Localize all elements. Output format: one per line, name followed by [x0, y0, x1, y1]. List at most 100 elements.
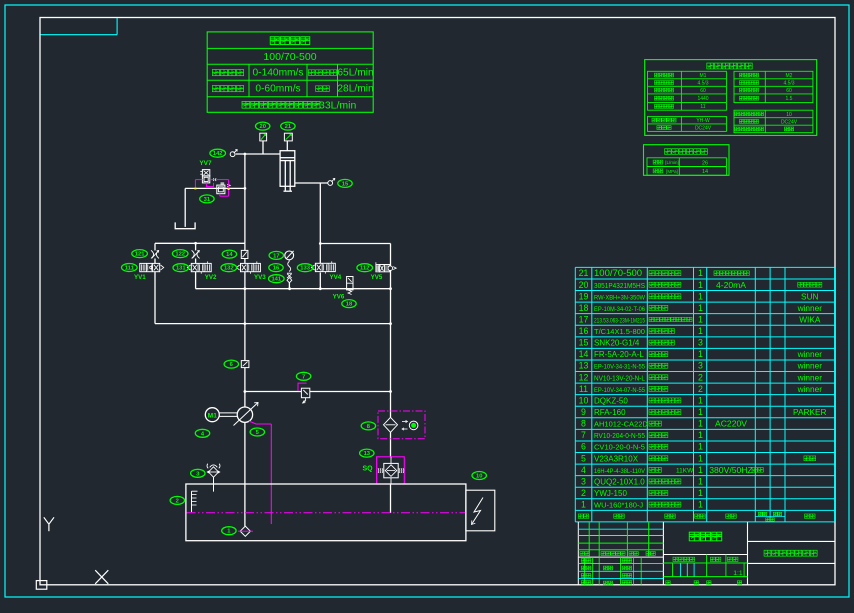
svg-text:2: 2	[698, 372, 703, 382]
svg-text:3051P4321M5HS: 3051P4321M5HS	[594, 283, 645, 290]
svg-text:10: 10	[786, 112, 792, 118]
svg-text:1: 1	[698, 407, 703, 417]
svg-text:DQKZ-50: DQKZ-50	[594, 396, 628, 405]
svg-text:2: 2	[698, 384, 703, 394]
svg-text:122: 122	[175, 252, 185, 258]
svg-text:EP-10M-34-02-T-06: EP-10M-34-02-T-06	[594, 306, 645, 313]
svg-text:4-20mA: 4-20mA	[716, 280, 746, 290]
svg-text:132: 132	[224, 266, 234, 272]
svg-text:EP-10V-34-07-N-55: EP-10V-34-07-N-55	[594, 387, 645, 394]
svg-text:3: 3	[581, 476, 586, 486]
svg-text:16: 16	[273, 266, 280, 272]
svg-text:1: 1	[698, 442, 703, 452]
svg-text:33L/min: 33L/min	[319, 99, 357, 111]
svg-text:11KW: 11KW	[676, 467, 694, 474]
svg-text:YV1: YV1	[134, 274, 146, 281]
svg-text:AC220V: AC220V	[715, 419, 747, 429]
svg-text:YV6: YV6	[333, 293, 345, 300]
svg-text:111: 111	[125, 266, 135, 272]
svg-text:YV7: YV7	[199, 160, 212, 167]
svg-text:16: 16	[579, 326, 589, 336]
svg-text:7: 7	[581, 430, 586, 440]
svg-text:EP-10V-34-31-N-55: EP-10V-34-31-N-55	[594, 364, 645, 371]
svg-text:winner: winner	[797, 361, 823, 371]
svg-text:1:1: 1:1	[733, 570, 743, 577]
svg-text:142: 142	[213, 151, 223, 157]
svg-text:M1: M1	[208, 412, 217, 419]
svg-text:12: 12	[579, 372, 589, 382]
svg-text:1: 1	[698, 303, 703, 313]
svg-text:9: 9	[581, 407, 586, 417]
svg-text:112: 112	[360, 266, 369, 272]
svg-text:RV10-204-0-N-55: RV10-204-0-N-55	[594, 433, 645, 440]
svg-text:21: 21	[579, 268, 589, 278]
svg-text:10: 10	[476, 474, 482, 480]
svg-text:10: 10	[579, 395, 589, 405]
svg-text:14: 14	[702, 169, 708, 175]
svg-text:1: 1	[698, 453, 703, 463]
svg-text:2: 2	[176, 498, 179, 504]
svg-text:WIKA: WIKA	[799, 314, 821, 324]
svg-text:4.5/3: 4.5/3	[783, 80, 794, 86]
svg-text:1440: 1440	[697, 96, 708, 102]
svg-text:1: 1	[698, 488, 703, 498]
svg-text:13: 13	[579, 361, 589, 371]
svg-text:121: 121	[135, 252, 145, 258]
svg-text:YH-W: YH-W	[696, 118, 710, 124]
svg-text:20: 20	[579, 280, 589, 290]
svg-text:28L/min: 28L/min	[337, 84, 373, 95]
svg-text:213.53.063-23M-1M215: 213.53.063-23M-1M215	[594, 318, 646, 324]
svg-text:YV2: YV2	[205, 274, 217, 281]
svg-text:3: 3	[698, 361, 703, 371]
svg-text:YV3: YV3	[254, 274, 266, 281]
svg-text:7: 7	[302, 374, 305, 380]
svg-text:YWJ-150: YWJ-150	[594, 489, 627, 498]
svg-text:QUQ2-10X1.0: QUQ2-10X1.0	[594, 477, 645, 486]
svg-text:FR-5A-20-A-L: FR-5A-20-A-L	[594, 350, 644, 359]
svg-text:20: 20	[259, 124, 265, 130]
svg-text:133: 133	[300, 266, 310, 272]
svg-text:2: 2	[581, 488, 586, 498]
svg-text:M2: M2	[786, 73, 793, 79]
svg-text:8: 8	[581, 419, 586, 429]
svg-text:1: 1	[698, 419, 703, 429]
svg-text:14: 14	[226, 252, 233, 258]
svg-text:CV10-20-0-N-5: CV10-20-0-N-5	[594, 443, 645, 452]
svg-text:100/70-500: 100/70-500	[263, 51, 316, 63]
svg-text:1: 1	[698, 280, 703, 290]
svg-text:4: 4	[581, 465, 586, 475]
svg-text:AH1012-CA22D: AH1012-CA22D	[594, 420, 648, 429]
svg-text:15: 15	[579, 338, 589, 348]
svg-text:RW-XBH+3N-350W: RW-XBH+3N-350W	[594, 294, 646, 301]
svg-text:18: 18	[346, 302, 353, 308]
svg-text:18: 18	[579, 303, 589, 313]
svg-text:1: 1	[698, 291, 703, 301]
svg-text:17: 17	[579, 314, 589, 324]
svg-text:13: 13	[364, 451, 371, 457]
svg-text:60: 60	[700, 88, 706, 94]
svg-text:winner: winner	[797, 349, 823, 359]
svg-text:NV10-13V-20-N-L: NV10-13V-20-N-L	[594, 375, 645, 382]
svg-text:M1: M1	[700, 73, 707, 79]
svg-text:PARKER: PARKER	[793, 407, 827, 417]
svg-text:RFA-160: RFA-160	[594, 408, 626, 417]
svg-text:11: 11	[700, 104, 705, 110]
svg-text:1: 1	[698, 395, 703, 405]
svg-text:3: 3	[698, 338, 703, 348]
svg-text:T/C14X1.5-800: T/C14X1.5-800	[594, 327, 645, 336]
svg-text:1: 1	[698, 465, 703, 475]
svg-text:SQ: SQ	[362, 466, 373, 473]
svg-text:14: 14	[579, 349, 589, 359]
svg-text:21: 21	[285, 124, 292, 130]
svg-text:60: 60	[786, 88, 792, 94]
svg-text:1: 1	[698, 314, 703, 324]
svg-text:141: 141	[271, 277, 281, 283]
svg-text:1: 1	[581, 500, 586, 510]
svg-text:380V/50HZ: 380V/50HZ	[709, 465, 752, 475]
svg-text:1: 1	[698, 500, 703, 510]
svg-text:5: 5	[581, 453, 586, 463]
svg-text:1: 1	[698, 349, 703, 359]
svg-text:65L/min: 65L/min	[337, 68, 373, 79]
svg-text:DC24V: DC24V	[695, 126, 712, 132]
svg-text:SUN: SUN	[801, 291, 819, 301]
